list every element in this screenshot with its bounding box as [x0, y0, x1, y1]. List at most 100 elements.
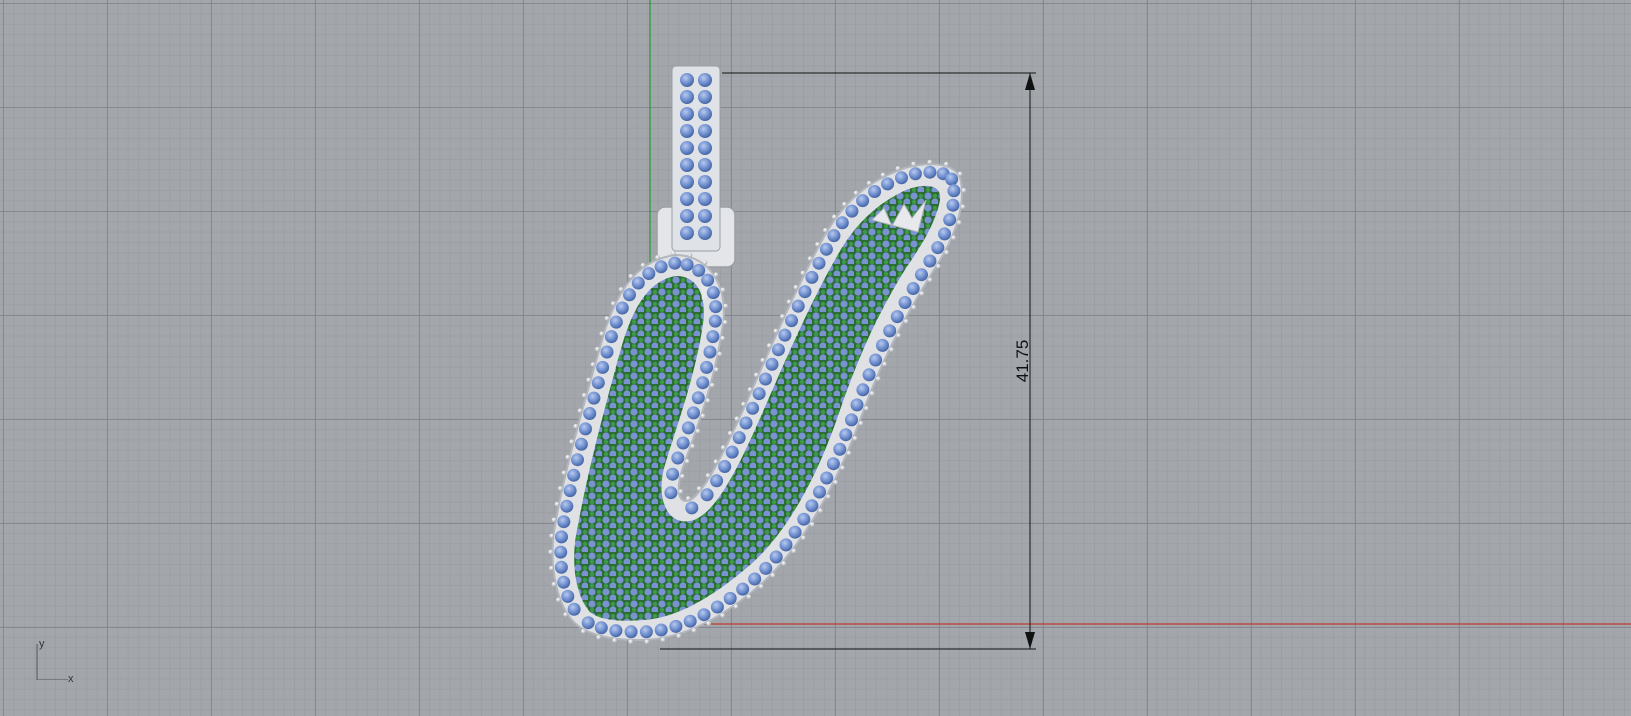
metal-bead — [896, 333, 901, 338]
metal-bead — [944, 250, 949, 255]
outline-stone — [785, 314, 798, 328]
metal-bead — [573, 423, 579, 429]
outline-stone — [820, 471, 834, 485]
metal-bead — [556, 597, 561, 603]
outline-stone — [826, 457, 840, 471]
metal-bead — [722, 320, 728, 325]
metal-bead — [685, 496, 691, 501]
metal-bead — [840, 465, 845, 471]
dimension-arrow-top — [1025, 73, 1035, 90]
outline-stone — [732, 431, 746, 445]
outline-stone — [557, 575, 571, 589]
outline-stone — [571, 453, 584, 467]
metal-bead — [577, 408, 583, 414]
outline-stone — [574, 437, 588, 451]
axis-gizmo-y-label: y — [39, 638, 45, 650]
metal-bead — [875, 376, 881, 382]
outline-stone — [895, 171, 908, 185]
outline-stone — [700, 360, 714, 374]
metal-bead — [895, 166, 901, 171]
outline-stone — [594, 621, 608, 635]
metal-bead — [951, 235, 956, 241]
outline-stone — [805, 499, 819, 513]
outline-stone — [631, 276, 645, 290]
metal-bead — [569, 439, 575, 445]
metal-bead — [713, 459, 719, 465]
metal-bead — [911, 305, 917, 310]
metal-bead — [595, 346, 600, 352]
metal-bead — [551, 517, 557, 523]
metal-bead — [853, 190, 859, 196]
metal-bead — [549, 533, 554, 539]
metal-bead — [903, 319, 909, 324]
outline-stone — [563, 484, 577, 498]
outline-stone — [708, 314, 722, 328]
metal-bead — [720, 613, 725, 618]
outline-stone — [681, 421, 695, 435]
metal-bead — [869, 391, 875, 396]
metal-bead — [823, 228, 828, 233]
metal-bead — [773, 328, 779, 334]
metal-bead — [960, 204, 966, 210]
outline-stone — [609, 315, 623, 329]
outline-stone — [709, 300, 723, 314]
metal-bead — [655, 255, 660, 260]
outline-stone — [710, 474, 724, 488]
outline-stone — [835, 216, 849, 230]
metal-bead — [780, 314, 785, 319]
metal-bead — [957, 171, 963, 177]
outline-stone — [583, 407, 597, 420]
front-viewport[interactable]: 41.75 y x — [0, 0, 1631, 716]
outline-stone — [946, 198, 960, 212]
metal-bead — [612, 638, 617, 643]
outline-stone — [567, 468, 581, 482]
outline-stone — [856, 194, 870, 208]
metal-bead — [770, 573, 776, 578]
outline-stone — [710, 600, 724, 614]
outline-stone — [791, 299, 805, 313]
metal-bead — [684, 459, 690, 464]
metal-bead — [801, 535, 806, 541]
metal-bead — [561, 470, 567, 476]
pendant-letter-v[interactable] — [548, 159, 967, 645]
metal-bead — [660, 637, 666, 643]
metal-bead — [889, 347, 894, 353]
outline-stone — [579, 422, 592, 436]
metal-bead — [831, 214, 837, 220]
metal-bead — [628, 273, 634, 279]
outline-stone — [881, 177, 895, 191]
metal-bead — [720, 445, 726, 451]
metal-bead — [800, 270, 806, 276]
outline-stone — [591, 376, 605, 390]
metal-bead — [709, 382, 715, 388]
outline-stone — [869, 353, 883, 367]
outline-stone — [850, 398, 864, 412]
metal-bead — [581, 393, 587, 398]
outline-stone — [771, 343, 785, 357]
outline-stone — [839, 428, 853, 442]
outline-stone — [778, 328, 792, 342]
metal-bead — [548, 549, 554, 555]
outline-stone — [692, 263, 706, 277]
scene-canvas[interactable]: 41.75 — [0, 0, 1631, 716]
metal-bead — [713, 272, 719, 278]
metal-bead — [640, 262, 646, 268]
metal-bead — [720, 287, 726, 293]
pendant-bail[interactable] — [656, 65, 736, 268]
outline-stone — [923, 254, 937, 268]
metal-bead — [713, 367, 719, 373]
outline-stone — [567, 602, 581, 616]
metal-bead — [717, 351, 723, 357]
metal-bead — [590, 362, 596, 367]
metal-bead — [734, 416, 740, 422]
outline-stone — [561, 589, 575, 603]
outline-stone — [947, 184, 961, 198]
outline-stone — [759, 561, 773, 575]
outline-stone — [765, 357, 779, 371]
metal-bead — [936, 263, 941, 269]
dimension-arrow-bottom — [1025, 632, 1035, 649]
metal-bead — [628, 639, 634, 645]
outline-stone — [769, 550, 783, 564]
outline-stone — [554, 560, 568, 574]
outline-stone — [624, 625, 638, 639]
